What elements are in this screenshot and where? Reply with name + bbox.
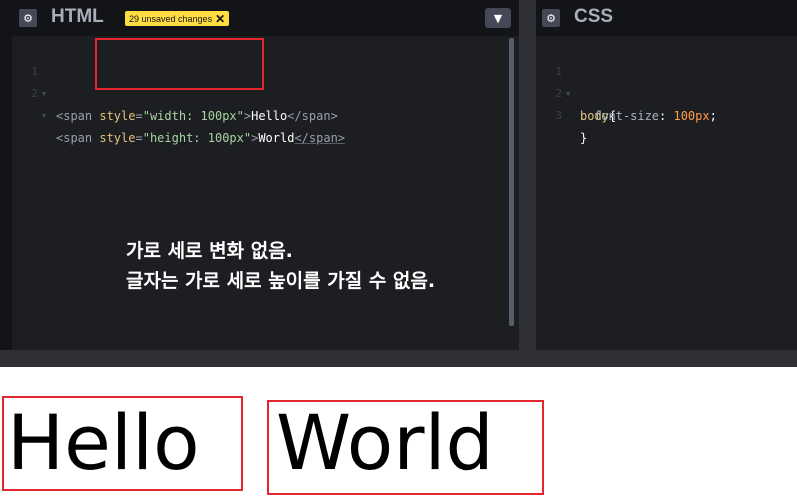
gear-icon[interactable]: ⚙ xyxy=(542,9,560,27)
pane-resize-handle[interactable] xyxy=(519,0,536,350)
code-line: 2 ▼ <span style="height: 100px">World</s… xyxy=(12,61,345,145)
end-tag: </span> xyxy=(294,131,346,145)
hello-outline xyxy=(2,396,243,491)
gear-icon[interactable]: ⚙ xyxy=(19,9,37,27)
code-line: 3 } xyxy=(536,83,594,145)
style-attribute-highlight xyxy=(95,38,264,90)
element-text: Hello xyxy=(251,109,288,123)
equals-sign: = xyxy=(135,131,143,145)
chevron-down-icon[interactable]: ▼ xyxy=(485,8,511,28)
preview-resize-handle[interactable] xyxy=(0,350,797,367)
semicolon: ; xyxy=(709,109,717,123)
html-pane-header: ⚙ HTML 29 unsaved changes ✕ ▼ xyxy=(0,0,519,36)
unsaved-changes-label: 29 unsaved changes xyxy=(129,13,213,24)
css-property: font-size xyxy=(594,109,660,123)
unsaved-changes-badge[interactable]: 29 unsaved changes ✕ xyxy=(125,11,230,26)
editor-area: ⚙ HTML 29 unsaved changes ✕ ▼ 1 ▼ <span … xyxy=(0,0,797,367)
css-code-editor[interactable]: 1 ▼ body{ 2 font-size: 100px; 3 } xyxy=(536,36,797,350)
line-number: 2 xyxy=(31,87,38,100)
attribute-name: style xyxy=(99,109,136,123)
css-pane-title: CSS xyxy=(574,6,614,27)
css-pane-header: ⚙ CSS xyxy=(536,0,797,36)
attribute-value: "width: 100px" xyxy=(142,109,244,123)
annotation-line: 가로 세로 변화 없음. xyxy=(126,240,293,262)
element-text: World xyxy=(258,131,295,145)
attribute-name: style xyxy=(99,131,136,145)
code-line: 1 ▼ <span style="width: 100px">Hello</sp… xyxy=(12,39,337,123)
html-code-editor[interactable]: 1 ▼ <span style="width: 100px">Hello</sp… xyxy=(12,36,519,350)
fold-arrow-icon[interactable]: ▼ xyxy=(42,105,46,127)
open-tag: <span xyxy=(56,131,100,145)
annotation: 가로 세로 변화 없음. 글자는 가로 세로 높이를 가질 수 없음. xyxy=(126,236,435,296)
css-value: 100px xyxy=(673,109,710,123)
html-pane-title: HTML xyxy=(51,6,104,27)
html-pane: ⚙ HTML 29 unsaved changes ✕ ▼ 1 ▼ <span … xyxy=(0,0,519,350)
line-number: 3 xyxy=(555,109,562,122)
css-pane: ⚙ CSS 1 ▼ body{ 2 font-size: 100px; 3 } xyxy=(536,0,797,350)
colon: : xyxy=(659,109,674,123)
world-outline xyxy=(267,400,544,495)
annotation-line: 글자는 가로 세로 높이를 가질 수 없음. xyxy=(126,270,436,292)
attribute-value: "height: 100px" xyxy=(142,131,252,145)
code-line: 1 ▼ body{ xyxy=(536,39,616,123)
equals-sign: = xyxy=(135,109,143,123)
code-line: 2 font-size: 100px; xyxy=(536,61,716,123)
brace: } xyxy=(580,131,588,145)
vertical-scrollbar[interactable] xyxy=(509,38,514,326)
close-icon[interactable]: ✕ xyxy=(215,12,225,26)
end-tag: </span> xyxy=(287,109,338,123)
